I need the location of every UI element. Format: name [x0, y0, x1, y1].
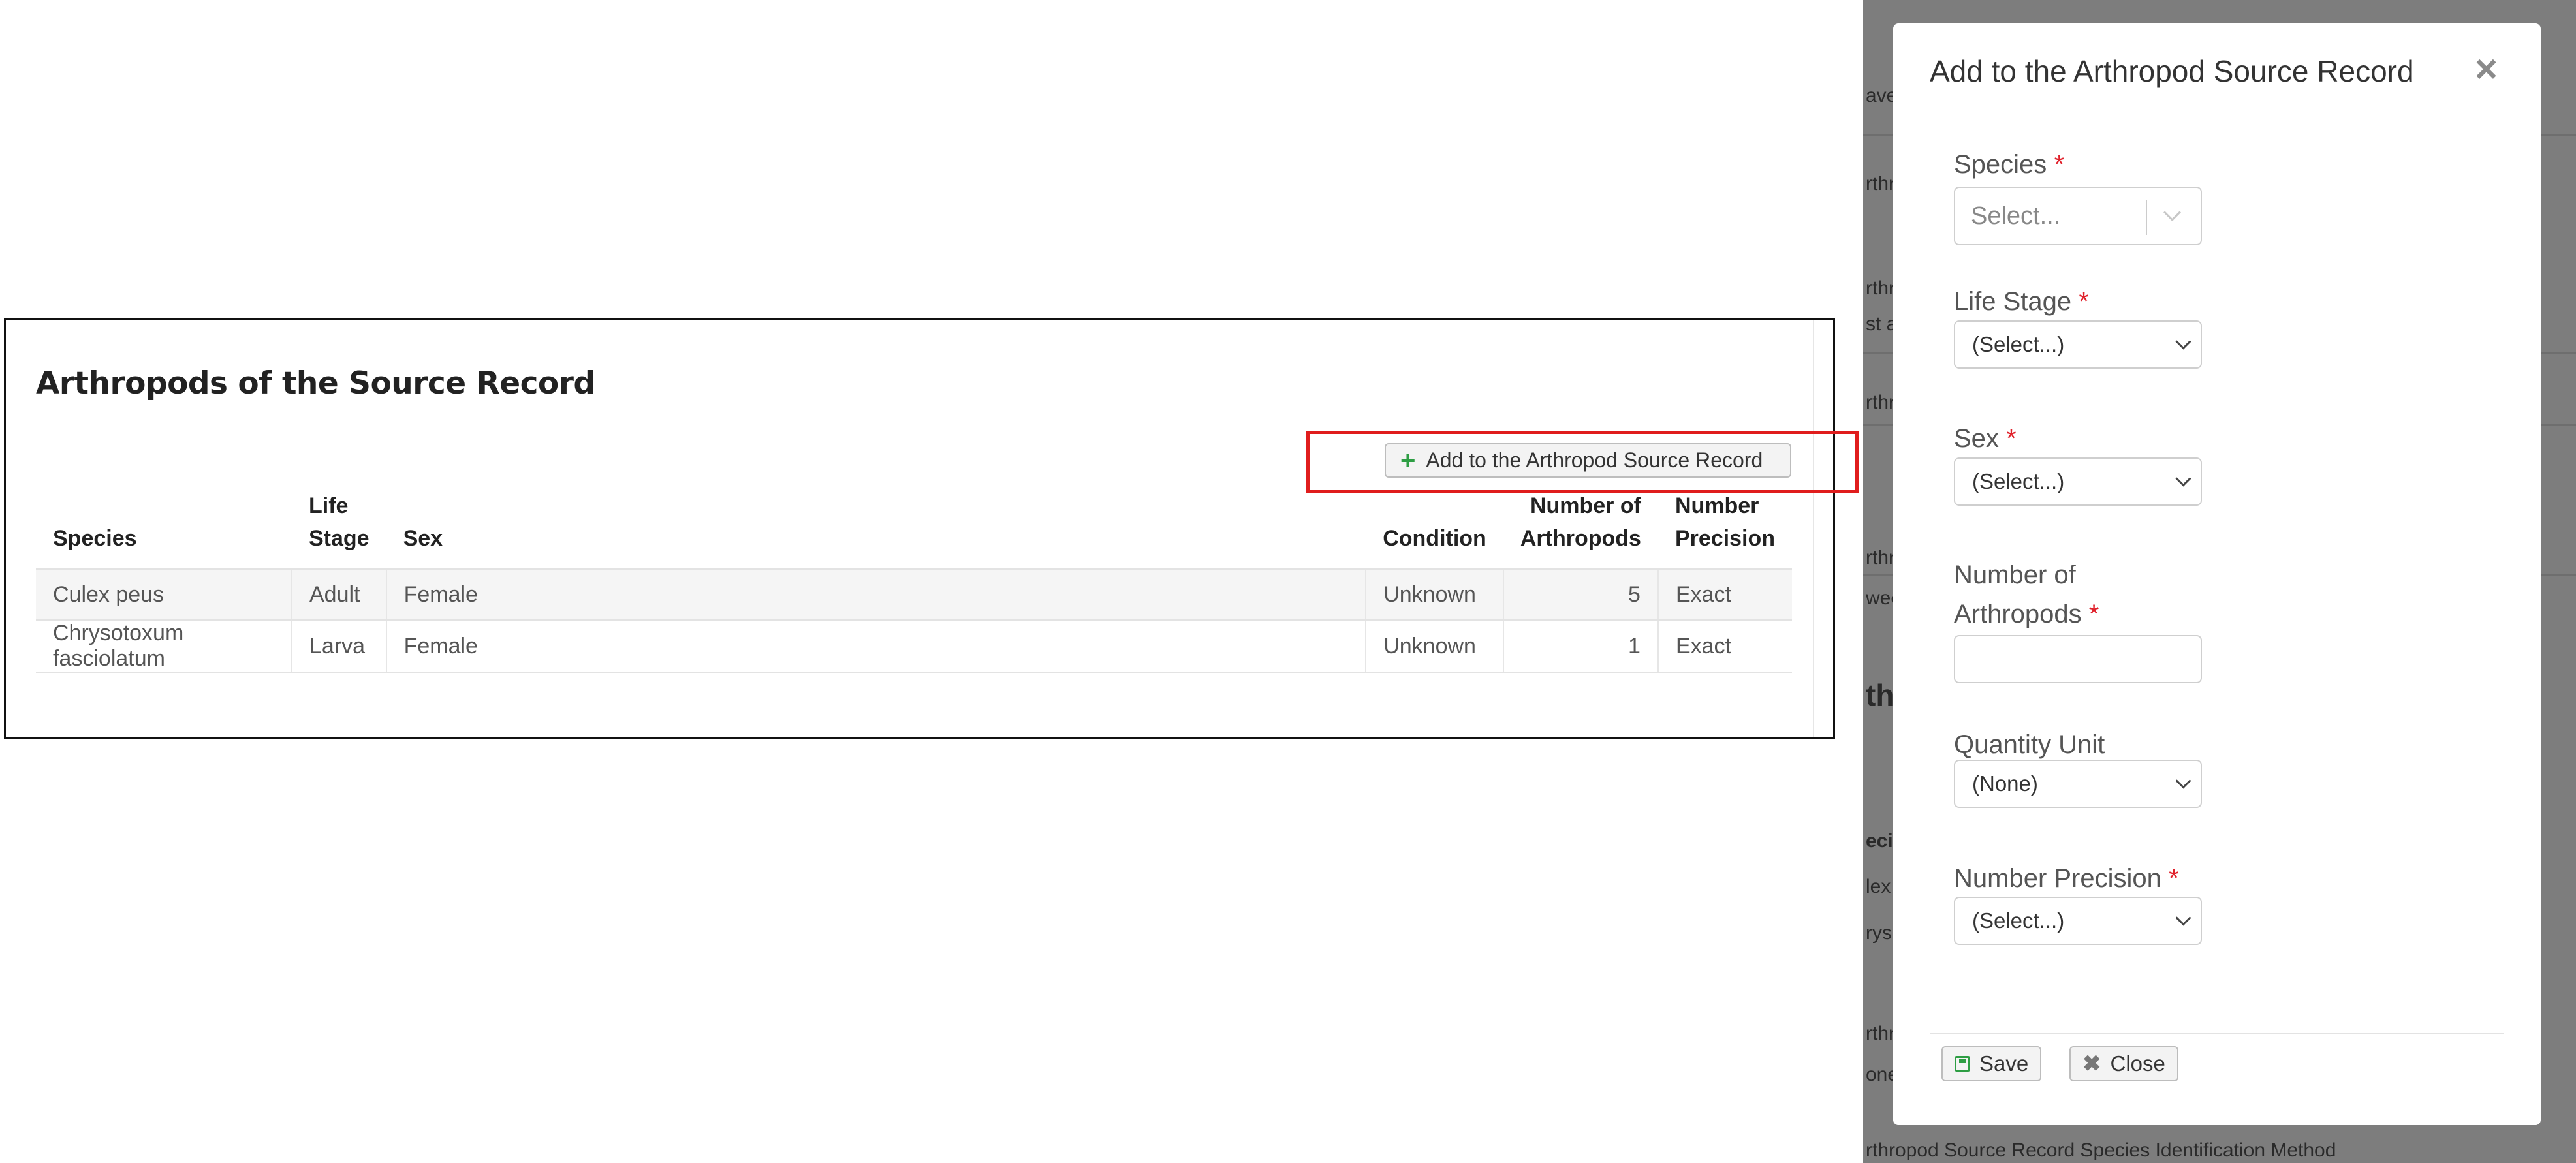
- bg-text-fragment: rthr: [1866, 277, 1895, 299]
- sex-value: (Select...): [1972, 469, 2065, 493]
- chevron-down-icon: [2175, 910, 2191, 926]
- panel-title: Arthropods of the Source Record: [36, 365, 595, 401]
- bg-text-fragment: rthropod Source Record Species Identific…: [1866, 1140, 2336, 1161]
- number-precision-select[interactable]: (Select...): [1954, 897, 2202, 945]
- quantity-unit-select[interactable]: (None): [1954, 760, 2202, 808]
- column-header-life-stage[interactable]: Life Stage: [292, 489, 386, 570]
- arthropods-table: Species Life Stage Sex Condition Number …: [36, 489, 1792, 673]
- close-icon[interactable]: ×: [2475, 50, 2498, 89]
- modal-footer-divider: [1930, 1033, 2504, 1034]
- table-row[interactable]: Chrysotoxum fasciolatum Larva Female Unk…: [36, 620, 1792, 673]
- column-header-number-of-arthropods[interactable]: Number of Arthropods: [1503, 489, 1658, 570]
- close-button[interactable]: ✖ Close: [2069, 1046, 2178, 1081]
- cell-precision: Exact: [1657, 568, 1792, 621]
- cell-life-stage: Larva: [291, 620, 386, 673]
- number-precision-label: Number Precision *: [1954, 864, 2179, 893]
- cell-life-stage: Adult: [291, 568, 386, 621]
- chevron-down-icon: [2163, 204, 2181, 221]
- cell-condition: Unknown: [1365, 620, 1503, 673]
- chevron-down-icon: [2175, 471, 2191, 487]
- number-precision-value: (Select...): [1972, 908, 2065, 933]
- cell-condition: Unknown: [1365, 568, 1503, 621]
- sex-label: Sex *: [1954, 424, 2017, 453]
- close-icon: ✖: [2082, 1051, 2101, 1076]
- modal-title: Add to the Arthropod Source Record: [1930, 54, 2414, 88]
- plus-icon: +: [1400, 446, 1416, 475]
- cell-sex: Female: [385, 568, 1366, 621]
- number-of-arthropods-label: Number of Arthropods *: [1954, 561, 2099, 628]
- save-button[interactable]: Save: [1941, 1046, 2042, 1081]
- add-arthropod-modal: Add to the Arthropod Source Record × Spe…: [1893, 23, 2541, 1125]
- bg-text-fragment: rthr: [1866, 173, 1895, 194]
- add-arthropod-button[interactable]: + Add to the Arthropod Source Record: [1385, 443, 1791, 478]
- chevron-down-icon: [2175, 333, 2191, 350]
- quantity-unit-label: Quantity Unit: [1954, 730, 2105, 759]
- bg-text-fragment: rthr: [1866, 547, 1895, 568]
- bg-text-fragment: lex: [1866, 876, 1891, 897]
- table-header-row: Species Life Stage Sex Condition Number …: [36, 489, 1792, 570]
- bg-text-fragment: rthr: [1866, 1023, 1895, 1044]
- life-stage-label: Life Stage *: [1954, 287, 2089, 316]
- life-stage-value: (Select...): [1972, 332, 2065, 356]
- sex-select[interactable]: (Select...): [1954, 457, 2202, 506]
- select-divider: [2146, 200, 2147, 235]
- column-header-sex[interactable]: Sex: [386, 489, 1366, 570]
- chevron-down-icon: [2175, 773, 2191, 789]
- species-select[interactable]: Select...: [1954, 187, 2202, 245]
- species-label: Species *: [1954, 150, 2065, 179]
- cell-species: Culex peus: [36, 568, 292, 621]
- cell-sex: Female: [385, 620, 1366, 673]
- column-header-condition[interactable]: Condition: [1366, 489, 1503, 570]
- column-header-species[interactable]: Species: [36, 489, 292, 570]
- species-placeholder: Select...: [1971, 202, 2061, 230]
- quantity-unit-value: (None): [1972, 771, 2038, 796]
- cell-number: 1: [1502, 620, 1658, 673]
- arthropods-panel: Arthropods of the Source Record + Add to…: [4, 318, 1859, 739]
- column-header-number-precision[interactable]: Number Precision: [1657, 489, 1792, 570]
- table-row[interactable]: Culex peus Adult Female Unknown 5 Exact: [36, 568, 1792, 621]
- cell-precision: Exact: [1657, 620, 1792, 673]
- add-arthropod-button-label: Add to the Arthropod Source Record: [1426, 448, 1763, 472]
- number-of-arthropods-input[interactable]: [1954, 635, 2202, 683]
- life-stage-select[interactable]: (Select...): [1954, 320, 2202, 369]
- cell-number: 5: [1502, 568, 1658, 621]
- panel-divider: [1813, 320, 1814, 737]
- save-icon: [1955, 1056, 1970, 1072]
- save-button-label: Save: [1979, 1051, 2029, 1076]
- close-button-label: Close: [2110, 1051, 2165, 1076]
- bg-text-fragment: rthr: [1866, 392, 1895, 413]
- cell-species: Chrysotoxum fasciolatum: [36, 620, 292, 673]
